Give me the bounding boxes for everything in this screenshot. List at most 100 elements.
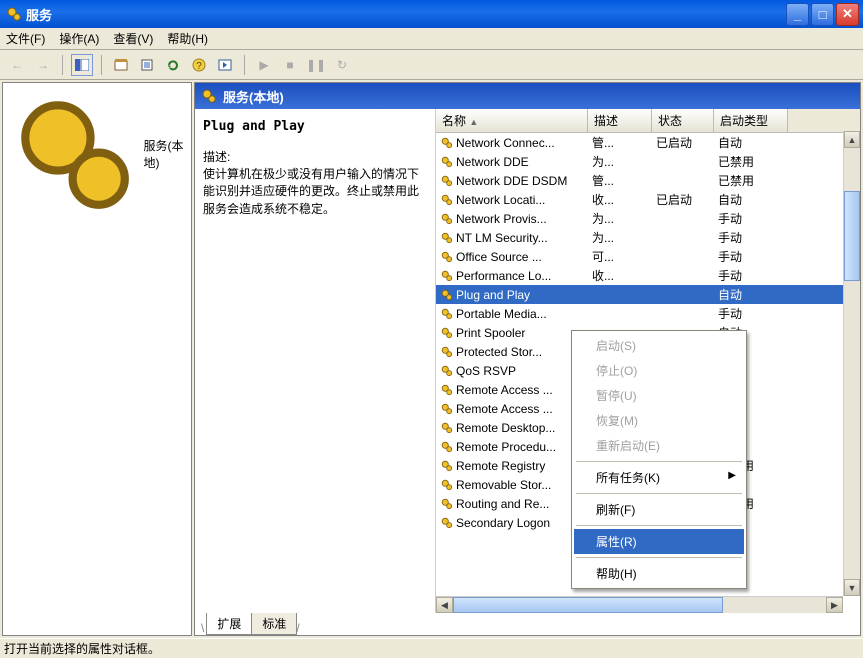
separator	[576, 557, 742, 558]
export-button[interactable]	[136, 54, 158, 76]
description-label: 描述:	[203, 148, 425, 165]
row-startup: 手动	[714, 210, 788, 227]
row-startup: 自动	[714, 191, 788, 208]
help-button[interactable]: ?	[188, 54, 210, 76]
ctx-restart[interactable]: 重新启动(E)	[574, 433, 744, 458]
show-hide-tree-button[interactable]	[71, 54, 93, 76]
row-name: Remote Desktop...	[456, 421, 555, 435]
ctx-stop[interactable]: 停止(O)	[574, 358, 744, 383]
scroll-right-arrow[interactable]: ▶	[826, 597, 843, 613]
row-name: Routing and Re...	[456, 497, 549, 511]
ctx-start[interactable]: 启动(S)	[574, 333, 744, 358]
service-row[interactable]: Plug and Play 自动	[436, 285, 860, 304]
row-startup: 自动	[714, 286, 788, 303]
service-icon	[440, 383, 454, 397]
forward-button[interactable]: →	[32, 54, 54, 76]
service-icon	[440, 478, 454, 492]
row-startup: 已禁用	[714, 172, 788, 189]
service-row[interactable]: Network Locati...收...已启动自动	[436, 190, 860, 209]
ctx-properties[interactable]: 属性(R)	[574, 529, 744, 554]
row-name: Plug and Play	[456, 288, 530, 302]
description-text: 使计算机在极少或没有用户输入的情况下能识别并适应硬件的更改。终止或禁用此服务会造…	[203, 166, 425, 218]
row-desc: 为...	[588, 229, 652, 246]
start-button[interactable]: ▶	[253, 54, 275, 76]
col-startup[interactable]: 启动类型	[714, 109, 788, 132]
row-startup: 手动	[714, 229, 788, 246]
service-row[interactable]: Network Connec...管...已启动自动	[436, 133, 860, 152]
vertical-scrollbar[interactable]: ▲ ▼	[843, 131, 860, 596]
row-startup: 手动	[714, 267, 788, 284]
row-name: Office Source ...	[456, 250, 542, 264]
statusbar: 打开当前选择的属性对话框。	[0, 638, 863, 658]
service-row[interactable]: Office Source ...可...手动	[436, 247, 860, 266]
refresh-button[interactable]	[162, 54, 184, 76]
service-row[interactable]: Performance Lo...收...手动	[436, 266, 860, 285]
row-name: Remote Access ...	[456, 383, 553, 397]
menu-action[interactable]: 操作(A)	[59, 30, 99, 47]
separator	[101, 55, 102, 75]
description-pane: Plug and Play 描述: 使计算机在极少或没有用户输入的情况下能识别并…	[195, 109, 435, 613]
maximize-button[interactable]: □	[811, 3, 834, 26]
scroll-up-arrow[interactable]: ▲	[844, 131, 860, 148]
selected-service-name: Plug and Play	[203, 119, 425, 134]
row-name: Network Connec...	[456, 136, 555, 150]
back-button[interactable]: ←	[6, 54, 28, 76]
col-desc[interactable]: 描述	[588, 109, 652, 132]
ctx-refresh[interactable]: 刷新(F)	[574, 497, 744, 522]
tree-root-label: 服务(本地)	[143, 137, 185, 171]
service-icon	[440, 269, 454, 283]
row-status: 已启动	[652, 191, 714, 208]
service-icon	[440, 250, 454, 264]
tree-root-item[interactable]: 服务(本地)	[3, 87, 191, 221]
scroll-left-arrow[interactable]: ◀	[436, 597, 453, 613]
separator	[244, 55, 245, 75]
ctx-pause[interactable]: 暂停(U)	[574, 383, 744, 408]
menu-file[interactable]: 文件(F)	[6, 30, 45, 47]
row-name: Performance Lo...	[456, 269, 551, 283]
service-row[interactable]: Network Provis...为...手动	[436, 209, 860, 228]
restart-button[interactable]: ↻	[331, 54, 353, 76]
row-startup: 手动	[714, 305, 788, 322]
service-icon	[440, 326, 454, 340]
tab-standard[interactable]: 标准	[251, 613, 297, 635]
service-icon	[440, 459, 454, 473]
service-icon	[440, 155, 454, 169]
separator	[62, 55, 63, 75]
ctx-resume[interactable]: 恢复(M)	[574, 408, 744, 433]
separator	[576, 461, 742, 462]
scroll-down-arrow[interactable]: ▼	[844, 579, 860, 596]
properties-button[interactable]	[110, 54, 132, 76]
services-icon	[9, 89, 139, 219]
menu-help[interactable]: 帮助(H)	[167, 30, 208, 47]
pause-button[interactable]: ❚❚	[305, 54, 327, 76]
row-desc: 管...	[588, 172, 652, 189]
service-row[interactable]: NT LM Security...为...手动	[436, 228, 860, 247]
menubar: 文件(F) 操作(A) 查看(V) 帮助(H)	[0, 28, 863, 50]
minimize-button[interactable]: _	[786, 3, 809, 26]
ctx-all-tasks[interactable]: 所有任务(K)▶	[574, 465, 744, 490]
col-status[interactable]: 状态	[652, 109, 714, 132]
services-icon	[201, 88, 217, 104]
row-desc: 为...	[588, 210, 652, 227]
toolbar-button[interactable]	[214, 54, 236, 76]
service-row[interactable]: Network DDE为...已禁用	[436, 152, 860, 171]
col-name[interactable]: 名称 ▲	[436, 109, 588, 132]
menu-view[interactable]: 查看(V)	[113, 30, 153, 47]
close-button[interactable]: ✕	[836, 3, 859, 26]
service-row[interactable]: Portable Media...手动	[436, 304, 860, 323]
service-icon	[440, 136, 454, 150]
hscroll-thumb[interactable]	[453, 597, 723, 613]
tab-extended[interactable]: 扩展	[206, 613, 252, 635]
ctx-help[interactable]: 帮助(H)	[574, 561, 744, 586]
scroll-thumb[interactable]	[844, 191, 860, 281]
row-name: Network DDE	[456, 155, 529, 169]
horizontal-scrollbar[interactable]: ◀ ▶	[436, 596, 843, 613]
row-desc: 为...	[588, 153, 652, 170]
services-icon	[6, 6, 22, 22]
service-icon	[440, 364, 454, 378]
service-icon	[440, 497, 454, 511]
service-row[interactable]: Network DDE DSDM 管... 已禁用	[436, 171, 860, 190]
row-name: Secondary Logon	[456, 516, 550, 530]
row-name: Network DDE DSDM	[456, 174, 567, 188]
stop-button[interactable]: ■	[279, 54, 301, 76]
